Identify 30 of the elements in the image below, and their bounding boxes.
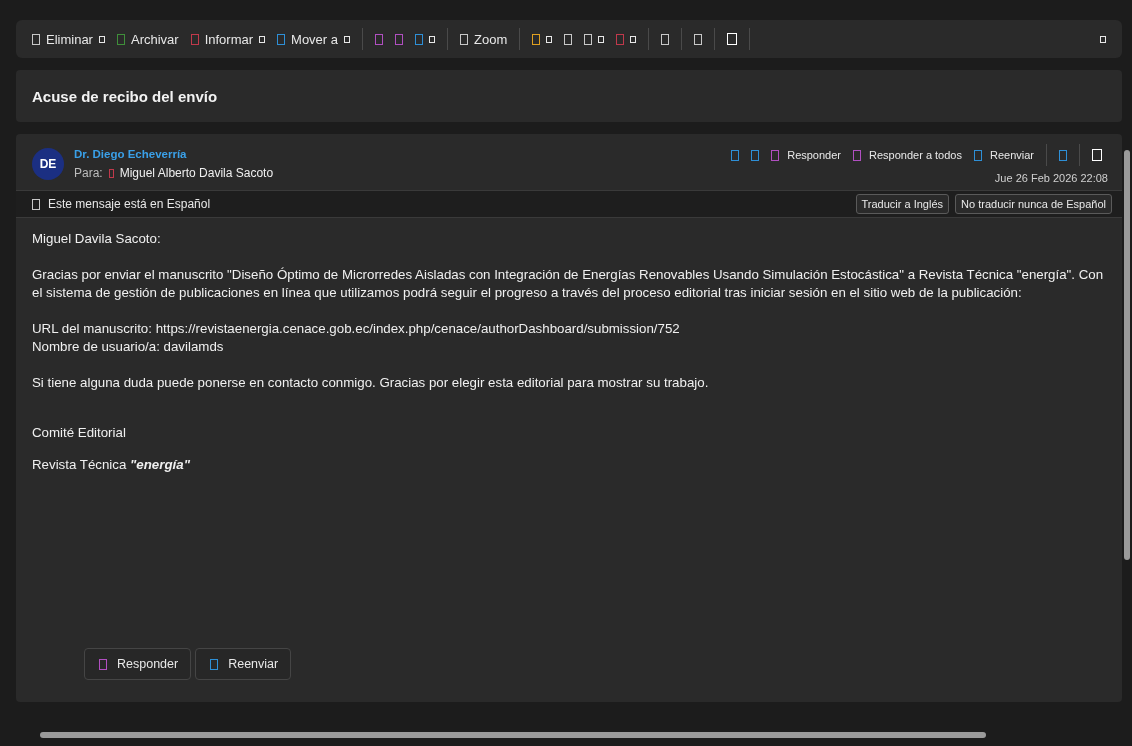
signature-line: Comité Editorial bbox=[32, 424, 127, 442]
toolbar-button[interactable]: Zoom bbox=[454, 27, 514, 51]
recipient-name: Miguel Alberto Davila Sacoto bbox=[119, 166, 274, 180]
toolbar-button[interactable]: Informar bbox=[184, 27, 272, 51]
subject-title: Acuse de recibo del envío bbox=[32, 87, 218, 105]
translate-button[interactable]: No traducir nunca de Español bbox=[955, 194, 1112, 214]
body-line: Nombre de usuario/a: davilamds bbox=[32, 338, 225, 356]
signature-line: Revista Técnica "energía" bbox=[32, 456, 191, 474]
avatar: DE bbox=[32, 148, 64, 180]
body-paragraph: Si tiene alguna duda puede ponerse en contacto conmigo. Gracias por elegir esta editorial para mostrar su trabajo. bbox=[32, 374, 710, 392]
body-paragraph: Gracias por enviar el manuscrito "Diseño Óptimo de Microrredes Aisladas con Integración de Energías Renovables Usando Simulación Estocástica" a Revista Técnica "energía". Con el sistema de gestión de publicaciones en línea que utilizamos podrá seguir el progreso a través del proceso editorial tras iniciar sesión en el sitio web de la publicación: bbox=[32, 266, 1105, 302]
translate-button[interactable]: Traducir a Inglés bbox=[855, 194, 950, 214]
action-button[interactable]: Responder bbox=[765, 147, 847, 163]
vertical-scrollbar[interactable] bbox=[1124, 150, 1130, 560]
footer-button[interactable]: Responder bbox=[84, 648, 192, 680]
horizontal-scrollbar[interactable] bbox=[40, 732, 986, 738]
toolbar-button[interactable]: Archivar bbox=[110, 27, 185, 51]
body-line: URL del manuscrito: https://revistaenergia.cenace.gob.ec/index.php/cenace/authorDashboard/submission/752 bbox=[32, 320, 681, 338]
message-date: Jue 26 Feb 2026 22:08 bbox=[994, 172, 1108, 184]
box-icon bbox=[32, 198, 40, 210]
action-button[interactable]: Responder a todos bbox=[847, 147, 968, 163]
body-paragraph: Miguel Davila Sacoto: bbox=[32, 230, 162, 248]
toolbar-button[interactable]: Mover a bbox=[271, 27, 357, 51]
sender-link[interactable]: Dr. Diego Echeverría bbox=[74, 148, 716, 160]
toolbar-button[interactable]: Eliminar bbox=[26, 27, 111, 51]
translation-notice: Este mensaje está en Español bbox=[48, 197, 211, 211]
caret-icon bbox=[1100, 35, 1106, 43]
footer-button[interactable]: Reenviar bbox=[195, 648, 292, 680]
to-label: Para: bbox=[74, 166, 103, 180]
action-button[interactable]: Reenviar bbox=[967, 147, 1040, 163]
